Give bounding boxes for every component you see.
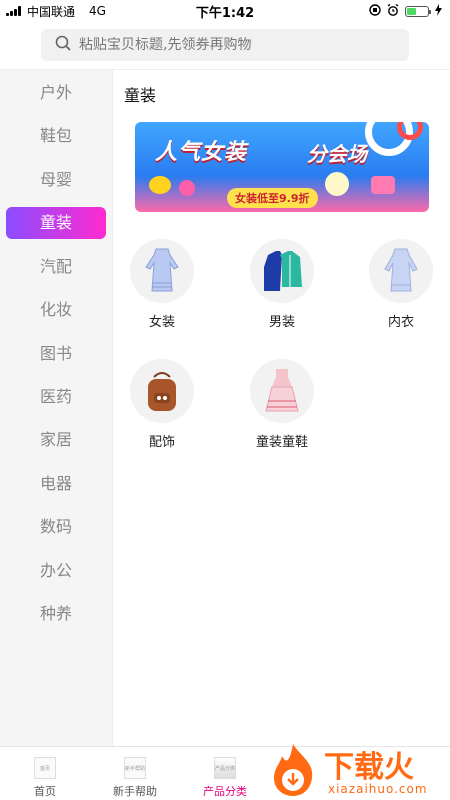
tab-help[interactable]: 新手帮助 新手帮助 [90,747,180,800]
sidebar-item-mother-baby[interactable]: 母婴 [6,164,106,196]
tab-label: 产品分类 [203,785,247,798]
blouse-icon [369,239,433,303]
tab-label: 新手帮助 [113,785,157,798]
network-type: 4G [89,4,106,18]
sidebar-item-cosmetics[interactable]: 化妆 [6,294,106,326]
sidebar-item-shoes-bags[interactable]: 鞋包 [6,120,106,152]
tab-home[interactable]: 首页 首页 [0,747,90,800]
sidebar-item-office[interactable]: 办公 [6,555,106,587]
category-label: 女装 [148,315,175,330]
tab-categories[interactable]: 产品分类 产品分类 [180,747,270,800]
sidebar-item-appliances[interactable]: 电器 [6,468,106,500]
tab-label: 首页 [34,785,56,798]
category-label: 内衣 [387,315,414,330]
beachball-icon [325,172,349,196]
category-womens-clothing[interactable]: 女装 [114,239,210,330]
categories-icon: 产品分类 [214,757,236,779]
sidebar-item-outdoor[interactable]: 户外 [6,77,106,109]
ball-icon [179,180,195,196]
duck-icon [149,176,171,194]
sidebar-divider [112,70,113,746]
bottom-tab-bar: 首页 首页 新手帮助 新手帮助 产品分类 产品分类 [0,746,450,800]
alarm-icon [387,3,399,19]
category-kids-shoes[interactable]: 童装童鞋 [234,359,330,450]
kids-dress-icon [250,359,314,423]
category-underwear[interactable]: 内衣 [353,239,449,330]
section-title: 童装 [124,86,157,105]
search-icon [55,35,71,55]
sidebar-item-auto-parts[interactable]: 汽配 [6,251,106,283]
promo-banner[interactable]: 人气女装 分会场 女装低至9.9折 [135,122,429,212]
sidebar-item-gardening[interactable]: 种养 [6,598,106,630]
backpack-icon [130,359,194,423]
category-mens-clothing[interactable]: 男装 [234,239,330,330]
carrier-name: 中国联通 [27,4,76,19]
category-label: 童装童鞋 [255,435,308,450]
category-label: 男装 [268,315,295,330]
sidebar-item-home[interactable]: 家居 [6,424,106,456]
jacket-icon [250,239,314,303]
category-accessories[interactable]: 配饰 [114,359,210,450]
charging-icon [435,4,442,19]
sidebar-item-books[interactable]: 图书 [6,338,106,370]
app-screen: { "status_bar": { "carrier": "中国联通", "ne… [0,0,450,800]
category-label: 配饰 [148,435,175,450]
sidebar-item-medicine[interactable]: 医药 [6,381,106,413]
orientation-lock-icon [369,4,381,19]
handbag-icon [371,176,395,194]
search-bar[interactable] [41,29,409,61]
banner-title: 人气女装 [155,140,248,165]
banner-subtitle: 分会场 [307,142,367,166]
sidebar-item-digital[interactable]: 数码 [6,511,106,543]
category-sidebar: 户外 鞋包 母婴 童装 汽配 化妆 图书 医药 家居 电器 数码 办公 种养 [0,70,112,746]
signal-icon [6,6,21,16]
battery-icon [405,6,431,17]
dress-icon [130,239,194,303]
sidebar-item-kids-clothing[interactable]: 童装 [6,207,106,239]
search-input[interactable] [79,37,379,53]
banner-discount: 女装低至9.9折 [227,188,318,208]
status-bar: 中国联通 4G 下午1:42 [0,0,450,22]
help-icon: 新手帮助 [124,757,146,779]
home-icon: 首页 [34,757,56,779]
